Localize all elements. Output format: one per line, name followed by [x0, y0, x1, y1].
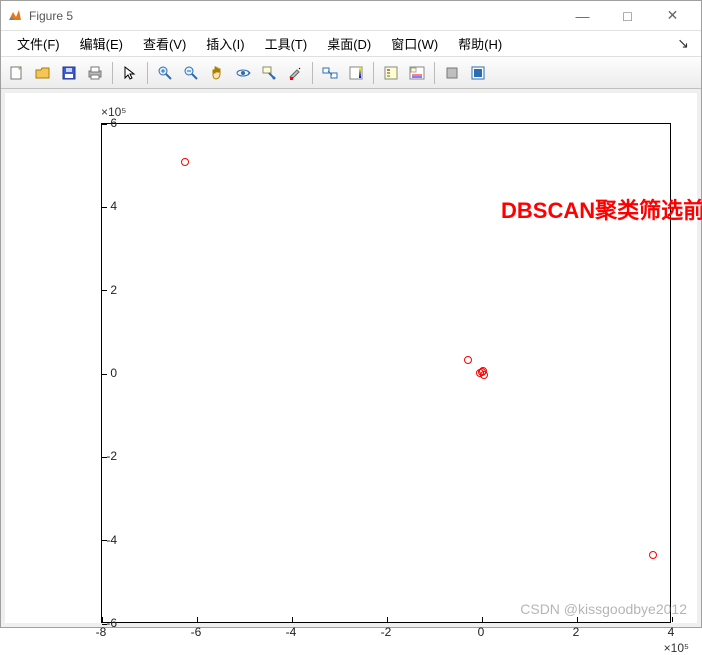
x-tick-label: -8: [96, 625, 107, 639]
show-plot-button[interactable]: [466, 61, 490, 85]
x-tick-mark: [577, 617, 578, 622]
x-tick-mark: [482, 617, 483, 622]
toolbar-separator: [112, 62, 113, 84]
print-button[interactable]: [83, 61, 107, 85]
new-figure-button[interactable]: [5, 61, 29, 85]
menu-window[interactable]: 窗口(W): [381, 31, 448, 56]
x-tick-mark: [672, 617, 673, 622]
toolbar: [1, 57, 701, 89]
toolbar-separator: [312, 62, 313, 84]
menu-edit[interactable]: 编辑(E): [70, 31, 133, 56]
insert-legend-button[interactable]: [379, 61, 403, 85]
data-point: [649, 551, 657, 559]
hide-plot-button[interactable]: [440, 61, 464, 85]
brush-button[interactable]: [283, 61, 307, 85]
y-tick-label: -2: [77, 449, 117, 463]
window-title: Figure 5: [29, 9, 73, 23]
x-tick-mark: [387, 617, 388, 622]
data-cursor-button[interactable]: [257, 61, 281, 85]
close-button[interactable]: ✕: [650, 2, 695, 30]
pan-button[interactable]: [205, 61, 229, 85]
legend-button[interactable]: [405, 61, 429, 85]
y-tick-label: 4: [77, 199, 117, 213]
y-tick-label: 0: [77, 366, 117, 380]
zoom-in-button[interactable]: [153, 61, 177, 85]
data-point: [479, 367, 487, 375]
watermark-text: CSDN @kissgoodbye2012: [520, 601, 687, 617]
x-exponent-label: ×10⁵: [664, 641, 689, 655]
undock-icon[interactable]: ↘: [677, 35, 695, 52]
minimize-button[interactable]: —: [560, 2, 605, 30]
y-tick-label: 2: [77, 283, 117, 297]
x-tick-label: -4: [286, 625, 297, 639]
x-tick-mark: [197, 617, 198, 622]
menu-insert[interactable]: 插入(I): [196, 31, 254, 56]
toolbar-separator: [434, 62, 435, 84]
matlab-icon: [7, 8, 23, 24]
x-tick-label: 4: [668, 625, 675, 639]
menu-file[interactable]: 文件(F): [7, 31, 70, 56]
x-tick-mark: [292, 617, 293, 622]
x-tick-label: -2: [381, 625, 392, 639]
save-button[interactable]: [57, 61, 81, 85]
colorbar-button[interactable]: [344, 61, 368, 85]
title-bar: Figure 5 — □ ✕: [1, 1, 701, 31]
menu-help[interactable]: 帮助(H): [448, 31, 512, 56]
menu-bar: 文件(F) 编辑(E) 查看(V) 插入(I) 工具(T) 桌面(D) 窗口(W…: [1, 31, 701, 57]
x-tick-label: -6: [191, 625, 202, 639]
y-tick-label: 6: [77, 116, 117, 130]
link-button[interactable]: [318, 61, 342, 85]
data-point: [181, 158, 189, 166]
toolbar-separator: [147, 62, 148, 84]
zoom-out-button[interactable]: [179, 61, 203, 85]
figure-canvas-container: ×10⁵ ×10⁵ DBSCAN聚类筛选前 -6-4-20246 -8-6-4-…: [1, 89, 701, 627]
menu-tools[interactable]: 工具(T): [255, 31, 318, 56]
pointer-button[interactable]: [118, 61, 142, 85]
toolbar-separator: [373, 62, 374, 84]
maximize-button[interactable]: □: [605, 2, 650, 30]
rotate3d-button[interactable]: [231, 61, 255, 85]
data-point: [464, 356, 472, 364]
y-tick-label: -4: [77, 533, 117, 547]
x-tick-label: 0: [478, 625, 485, 639]
axes[interactable]: DBSCAN聚类筛选前: [101, 123, 671, 623]
x-tick-label: 2: [573, 625, 580, 639]
annotation-text: DBSCAN聚类筛选前: [501, 193, 702, 225]
figure-canvas: ×10⁵ ×10⁵ DBSCAN聚类筛选前 -6-4-20246 -8-6-4-…: [5, 93, 697, 623]
menu-view[interactable]: 查看(V): [133, 31, 196, 56]
menu-desktop[interactable]: 桌面(D): [317, 31, 381, 56]
open-button[interactable]: [31, 61, 55, 85]
